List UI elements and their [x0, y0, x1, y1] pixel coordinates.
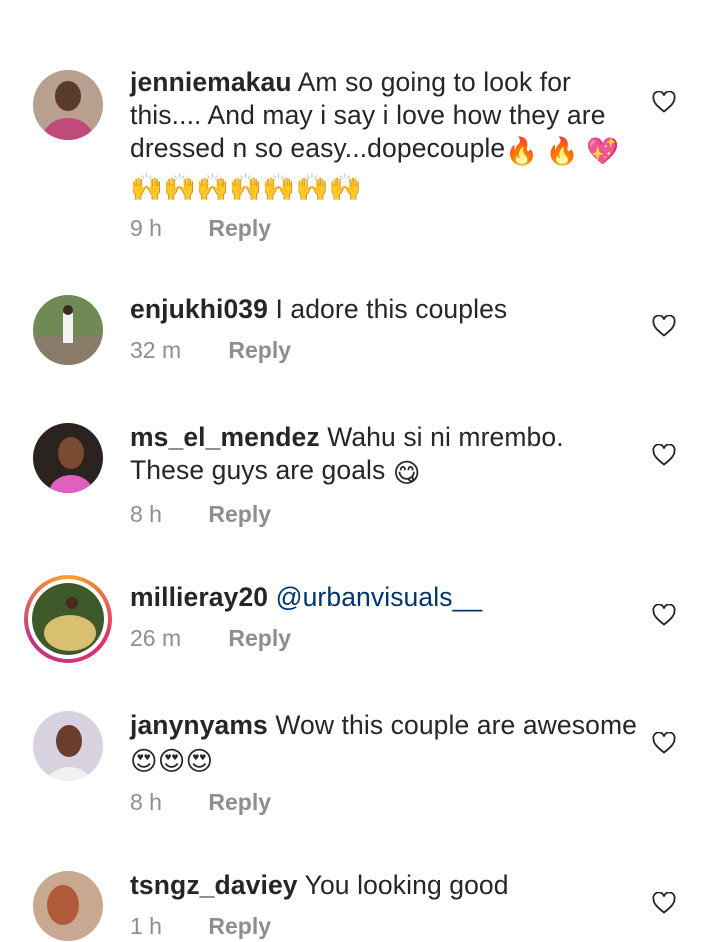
- timestamp: 8 h: [130, 789, 162, 815]
- reply-button[interactable]: Reply: [208, 215, 271, 241]
- emoji: 🔥 🔥 💖: [505, 136, 620, 166]
- heart-outline-icon[interactable]: [652, 732, 676, 754]
- reply-button[interactable]: Reply: [208, 789, 271, 815]
- avatar[interactable]: [33, 70, 103, 140]
- avatar-image: [33, 711, 103, 781]
- timestamp: 8 h: [130, 501, 162, 527]
- heart-outline-icon[interactable]: [652, 444, 676, 466]
- avatar-image: [33, 295, 103, 365]
- avatar-image: [32, 583, 104, 655]
- heart-outline-icon[interactable]: [652, 91, 676, 113]
- reply-button[interactable]: Reply: [208, 501, 271, 527]
- comment-text: jenniemakau Am so going to look for this…: [130, 66, 640, 204]
- comment-text: tsngz_daviey You looking good: [130, 869, 640, 902]
- comment-body: You looking good: [304, 870, 509, 900]
- comment-meta: 8 h Reply: [130, 786, 640, 818]
- comment-body: I adore this couples: [275, 294, 508, 324]
- avatar-image: [33, 423, 103, 493]
- username[interactable]: janynyams: [130, 710, 268, 740]
- comment-text: millieray20 @urbanvisuals__: [130, 581, 640, 614]
- comment-meta: 26 m Reply: [130, 622, 640, 654]
- timestamp: 9 h: [130, 215, 162, 241]
- username[interactable]: millieray20: [130, 582, 268, 612]
- avatar-story-ring[interactable]: [24, 575, 112, 663]
- username[interactable]: jenniemakau: [130, 67, 292, 97]
- heart-outline-icon[interactable]: [652, 892, 676, 914]
- timestamp: 26 m: [130, 625, 182, 651]
- comment-text: ms_el_mendez Wahu si ni mrembo. These gu…: [130, 421, 640, 490]
- username[interactable]: ms_el_mendez: [130, 422, 320, 452]
- comment-meta: 9 h Reply: [130, 212, 640, 244]
- comment-meta: 1 h Reply: [130, 910, 640, 942]
- timestamp: 32 m: [130, 337, 182, 363]
- emoji: 😋: [392, 458, 421, 488]
- reply-button[interactable]: Reply: [208, 913, 271, 939]
- heart-outline-icon[interactable]: [652, 315, 676, 337]
- comment-meta: 32 m Reply: [130, 334, 640, 366]
- username[interactable]: enjukhi039: [130, 294, 268, 324]
- avatar[interactable]: [33, 711, 103, 781]
- reply-button[interactable]: Reply: [228, 337, 291, 363]
- reply-button[interactable]: Reply: [228, 625, 291, 651]
- mention-link[interactable]: @urbanvisuals__: [276, 582, 483, 612]
- comment-text: janynyams Wow this couple are awesome 😍😍😍: [130, 709, 640, 778]
- timestamp: 1 h: [130, 913, 162, 939]
- avatar[interactable]: [33, 423, 103, 493]
- comment-body: Wow this couple are awesome: [275, 710, 637, 740]
- heart-outline-icon[interactable]: [652, 604, 676, 626]
- emoji-line: 🙌🙌🙌🙌🙌🙌🙌: [130, 172, 362, 202]
- avatar[interactable]: [33, 295, 103, 365]
- emoji: 😍😍😍: [130, 746, 214, 776]
- comment-text: enjukhi039 I adore this couples: [130, 293, 640, 326]
- username[interactable]: tsngz_daviey: [130, 870, 298, 900]
- comment-meta: 8 h Reply: [130, 498, 640, 530]
- avatar-image: [33, 70, 103, 140]
